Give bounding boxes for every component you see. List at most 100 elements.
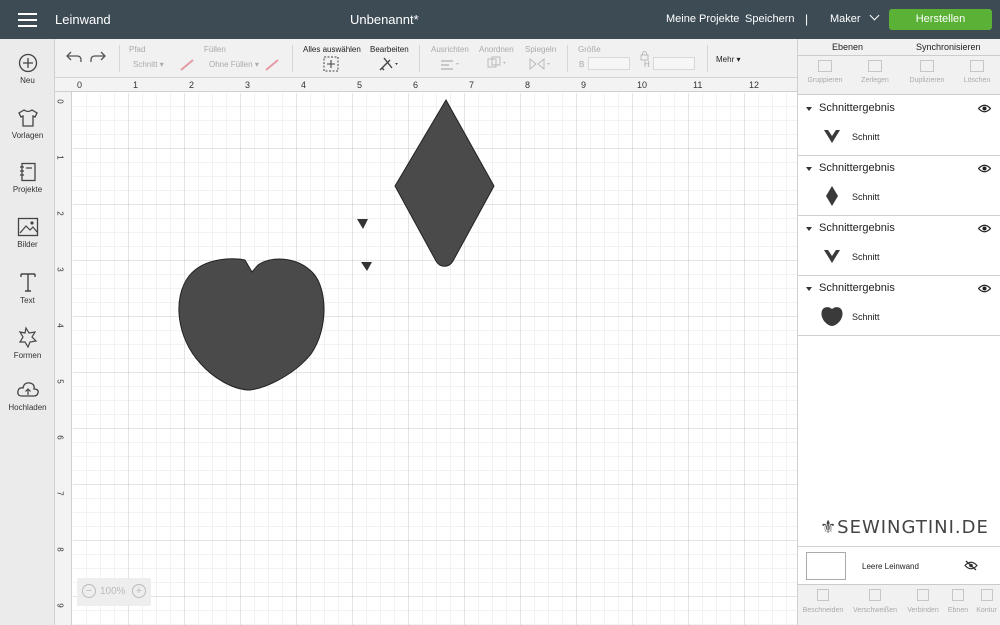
pen-color-icon[interactable] — [180, 58, 194, 76]
sidebar-item-new[interactable]: Neu — [0, 53, 55, 85]
contour-icon — [980, 589, 993, 601]
machine-label: Maker — [830, 13, 861, 25]
layer-group[interactable]: Schnittergebnis Schnitt — [798, 156, 1000, 216]
sidebar-label-shapes: Formen — [13, 351, 42, 360]
caret-down-icon[interactable] — [806, 167, 812, 171]
group-icon — [818, 60, 832, 72]
small-arrow-shape — [361, 262, 372, 271]
my-projects-link[interactable]: Meine Projekte — [666, 13, 739, 25]
edit-tools-icon[interactable] — [378, 56, 400, 77]
align-icon[interactable] — [440, 58, 462, 76]
combine-tools: Beschneiden Verschweißen Verbinden Ebnen… — [798, 584, 1000, 625]
layer-group-title: Schnittergebnis — [819, 282, 895, 294]
ungroup-label: Zerlegen — [861, 77, 889, 84]
eye-icon[interactable] — [978, 164, 991, 173]
layer-group[interactable]: Schnittergebnis Schnitt — [798, 96, 1000, 156]
edit-label: Bearbeiten — [370, 45, 409, 54]
caret-down-icon[interactable] — [806, 227, 812, 231]
eye-icon[interactable] — [978, 104, 991, 113]
fill-select[interactable]: Ohne Füllen ▾ — [209, 60, 259, 69]
caret-down-icon[interactable] — [806, 107, 812, 111]
ungroup-button[interactable]: Zerlegen — [851, 60, 899, 84]
eye-icon[interactable] — [978, 284, 991, 293]
flatten-label: Ebnen — [947, 607, 969, 614]
height-input[interactable] — [653, 57, 695, 70]
weld-label: Verschweißen — [853, 607, 897, 614]
redo-icon[interactable] — [90, 50, 106, 69]
machine-select[interactable]: Maker — [830, 10, 880, 25]
group-label: Gruppieren — [807, 77, 843, 84]
canvas-swatch[interactable] — [806, 552, 846, 580]
delete-button[interactable]: Löschen — [953, 60, 1000, 84]
toolbar-divider — [119, 45, 120, 72]
fleur-de-lis-icon: ⚜ — [820, 517, 838, 538]
duplicate-icon — [920, 60, 934, 72]
attach-button[interactable]: Verbinden — [902, 589, 944, 614]
duplicate-button[interactable]: Duplizieren — [903, 60, 951, 84]
attach-label: Verbinden — [907, 607, 939, 614]
layer-item-label: Schnitt — [852, 192, 880, 202]
fill-value: Ohne Füllen — [209, 60, 253, 69]
zoom-in-button[interactable]: + — [132, 584, 146, 598]
group-button[interactable]: Gruppieren — [801, 60, 849, 84]
design-canvas[interactable]: 0 1 2 3 4 5 6 7 8 9 10 11 12 0 1 2 3 4 5… — [55, 78, 797, 625]
image-icon — [17, 217, 38, 237]
flatten-button[interactable]: Ebnen — [943, 589, 973, 614]
contour-button[interactable]: Kontur — [972, 589, 1000, 614]
layer-group-title: Schnittergebnis — [819, 222, 895, 234]
make-button[interactable]: Herstellen — [889, 9, 992, 30]
app-title: Leinwand — [55, 12, 111, 27]
diamond-thumb-icon — [826, 186, 838, 206]
flip-icon[interactable] — [529, 57, 553, 76]
line-type-select[interactable]: Schnitt ▾ — [133, 60, 164, 69]
arrow-thumb-icon — [824, 130, 840, 143]
shapes-icon — [18, 326, 37, 348]
layer-group[interactable]: Schnittergebnis Schnitt — [798, 216, 1000, 276]
toolbar-divider — [292, 45, 293, 72]
header-separator: | — [805, 12, 809, 26]
shirt-icon — [17, 109, 38, 127]
save-link[interactable]: Speichern — [745, 13, 795, 25]
canvas-shapes — [178, 98, 495, 391]
heart-thumb-icon — [821, 307, 843, 326]
zoom-out-button[interactable]: − — [82, 584, 96, 598]
sidebar-item-text[interactable]: Text — [0, 271, 55, 305]
weld-icon — [869, 589, 881, 601]
sidebar-label-projects: Projekte — [12, 185, 43, 194]
sidebar-item-shapes[interactable]: Formen — [0, 326, 55, 360]
sidebar-item-templates[interactable]: Vorlagen — [0, 108, 55, 140]
flip-label: Spiegeln — [525, 45, 557, 54]
slice-label: Beschneiden — [802, 607, 844, 614]
toolbar-divider — [707, 45, 708, 72]
layer-group[interactable]: Schnittergebnis Schnitt — [798, 276, 1000, 336]
sidebar-label-images: Bilder — [17, 240, 38, 249]
tab-layers[interactable]: Ebenen — [832, 42, 863, 52]
eye-hidden-icon[interactable] — [964, 560, 978, 571]
line-type-label: Pfad — [129, 45, 146, 54]
fill-color-icon[interactable] — [265, 58, 279, 76]
eye-icon[interactable] — [978, 224, 991, 233]
brand-watermark: ⚜SEWINGTINI.DE — [820, 517, 989, 538]
select-all-icon[interactable] — [323, 56, 339, 77]
slice-button[interactable]: Beschneiden — [799, 589, 847, 614]
arrange-label: Anordnen — [479, 45, 514, 54]
edit-toolbar: Pfad Schnitt ▾ Füllen Ohne Füllen ▾ Alle… — [55, 39, 797, 78]
weld-button[interactable]: Verschweißen — [848, 589, 902, 614]
sidebar-item-projects[interactable]: Projekte — [0, 162, 55, 194]
more-menu[interactable]: Mehr ▾ — [716, 55, 740, 64]
tab-sync[interactable]: Synchronisieren — [916, 42, 981, 52]
layer-item-label: Schnitt — [852, 252, 880, 262]
width-input[interactable] — [588, 57, 630, 70]
select-all-label: Alles auswählen — [303, 45, 361, 54]
sidebar-item-upload[interactable]: Hochladen — [0, 380, 55, 412]
undo-icon[interactable] — [66, 50, 82, 69]
plus-circle-icon — [18, 53, 37, 73]
cloud-upload-icon — [16, 382, 39, 397]
caret-down-icon[interactable] — [806, 287, 812, 291]
menu-icon[interactable] — [18, 13, 37, 27]
sidebar-item-images[interactable]: Bilder — [0, 217, 55, 249]
delete-label: Löschen — [963, 77, 991, 84]
chevron-down-icon — [869, 10, 880, 21]
trash-icon — [970, 60, 984, 72]
arrange-icon[interactable] — [486, 56, 510, 75]
